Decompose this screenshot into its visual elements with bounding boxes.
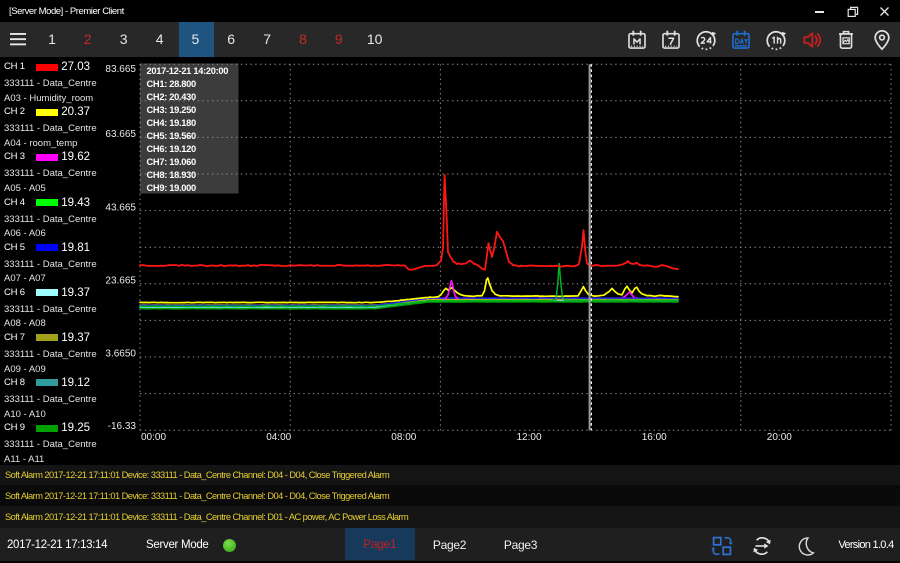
svg-text:2017-12-21 14:20:00: 2017-12-21 14:20:00 (147, 66, 229, 76)
svg-text:-16.33: -16.33 (108, 421, 137, 432)
svg-text:CH1: 28.800: CH1: 28.800 (147, 79, 197, 89)
svg-text:43.665: 43.665 (105, 202, 136, 213)
svg-text:04:00: 04:00 (266, 432, 291, 443)
svg-text:83.665: 83.665 (105, 64, 136, 75)
svg-text:20:00: 20:00 (767, 432, 792, 443)
svg-text:00:00: 00:00 (141, 432, 166, 443)
svg-text:CH9: 19.000: CH9: 19.000 (147, 183, 197, 193)
svg-text:CH6: 19.120: CH6: 19.120 (147, 144, 197, 154)
svg-text:CH7: 19.060: CH7: 19.060 (147, 157, 197, 167)
svg-text:08:00: 08:00 (391, 432, 416, 443)
svg-text:CH4: 19.180: CH4: 19.180 (147, 118, 197, 128)
svg-text:16:00: 16:00 (642, 432, 667, 443)
svg-text:CH8: 18.930: CH8: 18.930 (147, 170, 197, 180)
svg-text:CH3: 19.250: CH3: 19.250 (147, 105, 197, 115)
svg-text:CH5: 19.560: CH5: 19.560 (147, 131, 197, 141)
svg-text:12:00: 12:00 (517, 432, 542, 443)
